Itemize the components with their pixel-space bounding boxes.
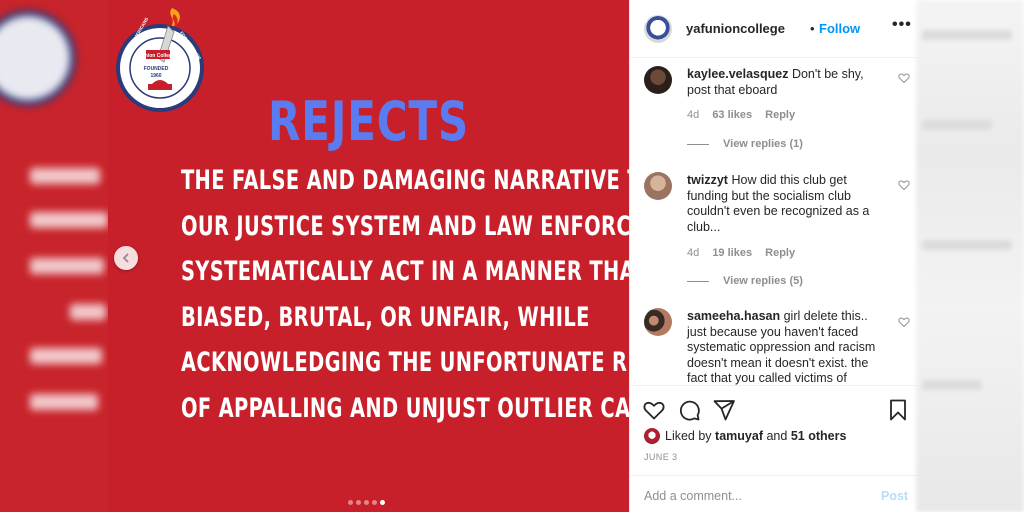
more-options-icon[interactable]: ••• — [892, 16, 912, 34]
post-body-text: THE FALSE AND DAMAGING NARRATIVE THAT OU… — [108, 158, 709, 431]
post-body-line: THE FALSE AND DAMAGING NARRATIVE THAT — [180, 165, 686, 196]
liked-by-others[interactable]: 51 others — [791, 429, 847, 443]
chevron-left-icon — [122, 253, 129, 263]
svg-text:FOUNDED: FOUNDED — [144, 66, 169, 72]
carousel-dot — [356, 500, 361, 505]
carousel-dot — [372, 500, 377, 505]
carousel-dot — [348, 500, 353, 505]
post-headline: REJECTS — [267, 90, 470, 153]
liked-by-user[interactable]: tamuyaf — [715, 429, 763, 443]
heart-icon[interactable] — [898, 72, 910, 84]
liked-by-summary[interactable]: Liked by tamuyaf and 51 others — [644, 428, 846, 444]
carousel-dot — [364, 500, 369, 505]
liked-by-and: and — [766, 429, 788, 443]
blurred-content — [0, 0, 108, 512]
svg-text:1960: 1960 — [150, 73, 161, 79]
blurred-text-line — [30, 168, 100, 184]
comment-age: 4d — [687, 109, 700, 121]
blurred-text-line — [70, 304, 106, 320]
liked-by-prefix: Liked by — [665, 429, 712, 443]
bookmark-icon[interactable] — [886, 398, 910, 422]
svg-text:Union College: Union College — [141, 53, 175, 59]
carousel-prev-button[interactable] — [114, 246, 138, 270]
carousel-indicator — [348, 500, 385, 505]
post-body-line: ACKNOWLEDGING THE UNFORTUNATE REALITY — [180, 347, 705, 378]
comment-text: twizzyt How did this club get funding bu… — [687, 173, 887, 235]
comment-meta: 4d 19 likes Reply — [687, 247, 805, 259]
view-replies-label: View replies (5) — [723, 275, 803, 287]
heart-icon[interactable] — [898, 316, 910, 328]
replies-divider — [687, 143, 709, 145]
post-body-line: OUR JUSTICE SYSTEM AND LAW ENFORCEMENT — [180, 210, 709, 242]
view-replies-button[interactable]: View replies (1) — [687, 138, 803, 150]
comment-likes[interactable]: 19 likes — [712, 247, 752, 259]
comment-username[interactable]: twizzyt — [687, 173, 728, 187]
blurred-text-line — [30, 394, 98, 410]
comment-username[interactable]: sameeha.hasan — [687, 309, 780, 323]
avatar[interactable] — [644, 66, 672, 94]
comments-list[interactable]: kaylee.velasquez Don't be shy, post that… — [630, 59, 917, 385]
previous-post-blurred — [0, 0, 108, 512]
carousel-dot — [380, 500, 385, 505]
post-side-panel: yafunioncollege • Follow ••• kaylee.vela… — [629, 0, 917, 512]
blurred-logo — [0, 10, 76, 106]
reply-button[interactable]: Reply — [765, 247, 795, 259]
post-body-line: BIASED, BRUTAL, OR UNFAIR, WHILE — [180, 301, 590, 333]
comment-input[interactable]: Add a comment... — [644, 489, 742, 503]
comment-username[interactable]: kaylee.velasquez — [687, 67, 788, 81]
view-replies-label: View replies (1) — [723, 138, 803, 150]
post-date[interactable]: JUNE 3 — [644, 452, 677, 462]
avatar[interactable] — [644, 172, 672, 200]
add-comment-bar: Add a comment... Post — [630, 475, 917, 512]
avatar[interactable] — [644, 428, 660, 444]
next-post-blurred — [916, 0, 1024, 512]
heart-icon[interactable] — [898, 179, 910, 191]
post-actions: Liked by tamuyaf and 51 others JUNE 3 — [630, 385, 917, 475]
blurred-text-line — [922, 240, 1012, 250]
share-icon[interactable] — [712, 398, 736, 422]
blurred-text-line — [30, 348, 102, 364]
blurred-text-line — [922, 30, 1012, 40]
follow-button[interactable]: Follow — [819, 21, 860, 36]
replies-divider — [687, 280, 709, 282]
post-image[interactable]: Union College FOUNDED 1960 WWW.YAF.ORG Y… — [108, 0, 709, 512]
reply-button[interactable]: Reply — [765, 109, 795, 121]
comment-likes[interactable]: 63 likes — [712, 109, 752, 121]
post-body-line: OF APPALLING AND UNJUST OUTLIER CASES — [180, 392, 673, 424]
blurred-text-line — [30, 212, 108, 228]
avatar[interactable] — [644, 308, 672, 336]
post-comment-button[interactable]: Post — [881, 489, 908, 503]
avatar[interactable] — [644, 15, 672, 43]
view-replies-button[interactable]: View replies (5) — [687, 275, 803, 287]
post-header: yafunioncollege • Follow ••• — [630, 0, 917, 58]
comment-text: sameeha.hasan girl delete this.. just be… — [687, 309, 887, 385]
comment-meta: 4d 63 likes Reply — [687, 109, 805, 121]
header-separator: • — [810, 21, 815, 36]
post-body-line: SYSTEMATICALLY ACT IN A MANNER THAT IS — [180, 256, 677, 287]
comment-icon[interactable] — [677, 398, 701, 422]
comment-text: kaylee.velasquez Don't be shy, post that… — [687, 67, 887, 98]
heart-icon[interactable] — [642, 398, 666, 422]
blurred-text-line — [922, 120, 992, 130]
blurred-text-line — [922, 380, 982, 390]
blurred-text-line — [30, 258, 104, 274]
comment-age: 4d — [687, 247, 700, 259]
header-username[interactable]: yafunioncollege — [686, 21, 785, 36]
